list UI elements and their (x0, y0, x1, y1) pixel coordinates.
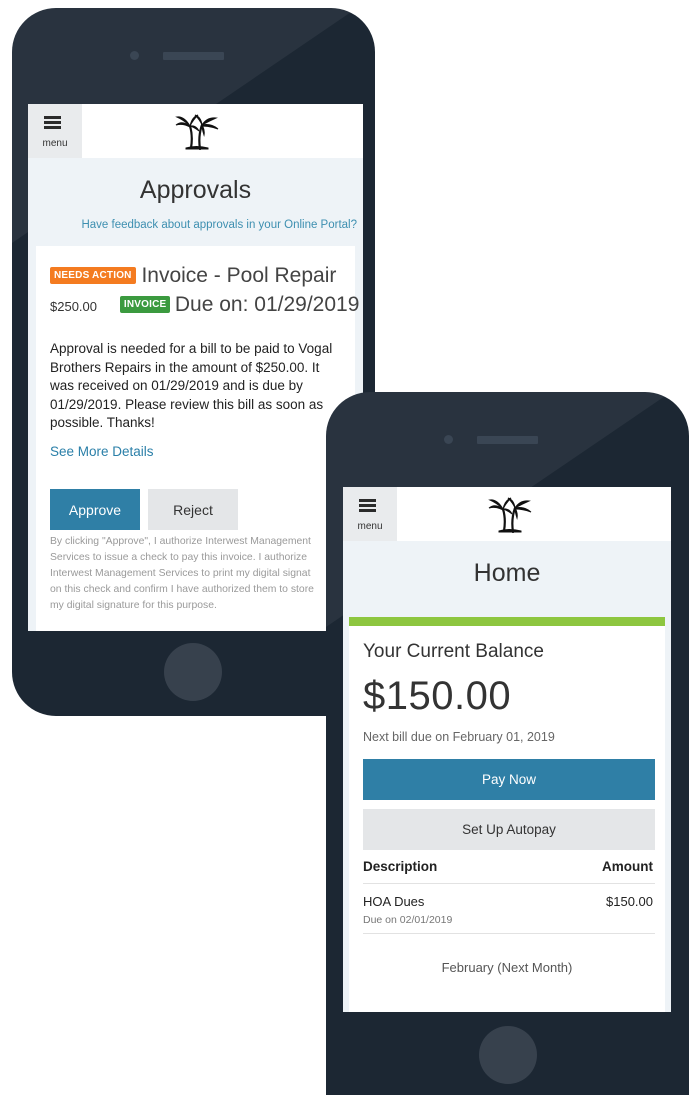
disclaimer-line: Interwest Management Services to print m… (50, 568, 311, 579)
table-divider (363, 883, 655, 884)
disclaimer-line: my digital signature for this purpose. (50, 600, 217, 611)
invoice-title-row: NEEDS ACTION Invoice - Pool Repair (50, 264, 336, 288)
earpiece-speaker (163, 52, 224, 60)
invoice-description: Approval is needed for a bill to be paid… (50, 341, 333, 430)
disclaimer-line: Services to issue a check to pay this in… (50, 552, 308, 563)
balance-amount: $150.00 (363, 674, 512, 718)
row-amount: $150.00 (606, 894, 653, 909)
balance-label: Your Current Balance (363, 641, 544, 662)
column-header-description: Description (363, 859, 438, 874)
phone-home-button (479, 1026, 537, 1084)
reject-button[interactable]: Reject (148, 489, 238, 530)
front-camera (130, 51, 139, 60)
invoice-due-date: Due on: 01/29/2019 (174, 293, 360, 316)
home-screen: menu Home Your Current Balance $150.00 N… (343, 487, 671, 1012)
see-more-details-link[interactable]: See More Details (50, 444, 154, 459)
phone-approvals: menu Approvals Have feedback about appro… (12, 8, 375, 716)
hamburger-menu-icon (44, 116, 61, 129)
page-title: Home (473, 559, 541, 587)
pay-now-button[interactable]: Pay Now (363, 759, 655, 800)
menu-button[interactable]: menu (28, 104, 82, 158)
menu-label: menu (357, 521, 383, 532)
front-camera (444, 435, 453, 444)
next-month-toggle[interactable]: February (Next Month) (349, 960, 665, 975)
menu-button[interactable]: menu (343, 487, 397, 541)
approval-disclaimer: By clicking "Approve", I authorize Inter… (50, 534, 355, 614)
needs-action-badge: NEEDS ACTION (50, 267, 136, 284)
column-header-amount: Amount (602, 859, 653, 874)
approvals-screen: menu Approvals Have feedback about appro… (28, 104, 363, 631)
invoice-title: Invoice - Pool Repair (141, 264, 337, 287)
invoice-amount: $250.00 (50, 299, 97, 314)
feedback-link[interactable]: Have feedback about approvals in your On… (81, 219, 357, 231)
balance-card: Your Current Balance $150.00 Next bill d… (349, 617, 665, 1012)
next-bill-due: Next bill due on February 01, 2019 (363, 730, 555, 744)
disclaimer-line: By clicking "Approve", I authorize Inter… (50, 536, 311, 547)
menu-label: menu (42, 138, 68, 149)
palm-tree-logo (488, 497, 532, 533)
disclaimer-line: on this check and confirm I have authori… (50, 584, 314, 595)
page-title: Approvals (139, 176, 252, 204)
row-description: HOA Dues (363, 894, 425, 909)
balance-accent-bar (349, 617, 665, 626)
invoice-amount-due-row: $250.00 INVOICE Due on: 01/29/2019 (50, 293, 359, 317)
palm-tree-logo (175, 114, 219, 150)
approve-button[interactable]: Approve (50, 489, 140, 530)
top-bar: menu (28, 104, 363, 158)
invoice-card: NEEDS ACTION Invoice - Pool Repair $250.… (36, 246, 359, 631)
phone-home: menu Home Your Current Balance $150.00 N… (326, 392, 689, 1095)
invoice-type-badge: INVOICE (119, 296, 171, 313)
earpiece-speaker (477, 436, 538, 444)
set-up-autopay-button[interactable]: Set Up Autopay (363, 809, 655, 850)
hamburger-menu-icon (359, 499, 376, 512)
row-due-date: Due on 02/01/2019 (363, 914, 453, 926)
table-divider (363, 933, 655, 934)
phone-home-button (164, 643, 222, 701)
top-bar: menu (343, 487, 671, 541)
